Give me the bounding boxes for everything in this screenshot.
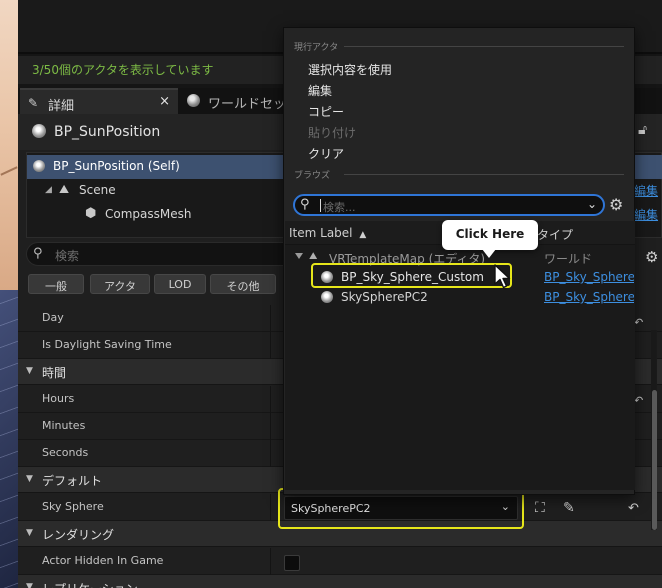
callout-tail bbox=[482, 249, 496, 258]
filter-general-button[interactable]: 一般 bbox=[28, 274, 84, 294]
details-search-input[interactable]: ⚲ 検索 bbox=[26, 242, 296, 266]
pencil-icon: ✎ bbox=[28, 96, 39, 110]
globe-icon bbox=[187, 94, 200, 107]
scene-component-icon: ⛰︎ bbox=[59, 182, 70, 196]
actor-name: BP_SunPosition bbox=[54, 124, 161, 140]
browse-to-asset-icon[interactable]: ⛶ bbox=[535, 500, 545, 516]
column-divider bbox=[270, 332, 271, 359]
filter-lod-button[interactable]: LOD bbox=[154, 274, 206, 294]
component-label: Scene bbox=[79, 183, 116, 197]
menu-edit[interactable]: 編集 bbox=[308, 82, 332, 99]
section-header-browse: ブラウズ bbox=[294, 171, 331, 181]
column-item-label[interactable]: Item Label ▲ bbox=[289, 226, 366, 240]
property-row-actor-hidden[interactable]: Actor Hidden In Game bbox=[18, 548, 662, 575]
mouse-cursor-icon bbox=[494, 264, 511, 289]
list-item-type: ワールド bbox=[544, 252, 593, 266]
list-item-skyspherepc2[interactable]: SkySpherePC2 BP_Sky_Sphere bbox=[285, 287, 635, 307]
world-icon: ⛰︎ bbox=[309, 251, 318, 262]
list-item-highlight bbox=[311, 263, 512, 288]
property-label: Day bbox=[42, 311, 64, 324]
edit-link[interactable]: 編集 bbox=[634, 206, 658, 223]
section-divider bbox=[344, 174, 624, 175]
caret-down-icon: ▼ bbox=[26, 366, 33, 376]
search-icon: ⚲ bbox=[33, 246, 43, 261]
sky-sphere-value: SkySpherePC2 bbox=[291, 502, 371, 515]
sky-sphere-picker-menu: 現行アクタ 選択内容を使用 編集 コピー 貼り付け クリア ブラウズ ⚲ 検索.… bbox=[283, 27, 635, 495]
property-label: Minutes bbox=[42, 419, 86, 432]
chevron-down-icon[interactable]: ⌄ bbox=[587, 197, 597, 211]
asset-search-input[interactable]: ⚲ 検索... ⌄ bbox=[293, 194, 605, 216]
reset-arrow-icon[interactable]: ↶ bbox=[634, 316, 643, 329]
eyedropper-icon[interactable]: ✎ bbox=[563, 500, 575, 516]
search-placeholder: 検索 bbox=[55, 249, 80, 263]
viewport-sky bbox=[0, 0, 18, 290]
caret-down-icon: ▼ bbox=[26, 582, 33, 588]
lock-icon[interactable]: 🔓︎ bbox=[638, 122, 647, 138]
caret-down-icon: ▼ bbox=[26, 474, 33, 484]
column-type[interactable]: タイプ bbox=[537, 226, 573, 243]
list-item-type-link[interactable]: BP_Sky_Sphere bbox=[544, 290, 634, 304]
reset-arrow-icon[interactable]: ↶ bbox=[628, 501, 639, 516]
search-icon: ⚲ bbox=[300, 197, 310, 212]
sort-ascending-icon: ▲ bbox=[359, 230, 367, 240]
category-label: デフォルト bbox=[42, 474, 103, 488]
column-divider bbox=[270, 386, 271, 413]
column-divider bbox=[270, 548, 271, 575]
section-header-current: 現行アクタ bbox=[294, 43, 339, 53]
list-item-type-link[interactable]: BP_Sky_Sphere bbox=[544, 270, 634, 284]
menu-clear[interactable]: クリア bbox=[308, 145, 344, 162]
sky-sphere-icon bbox=[33, 160, 45, 172]
details-scrollbar-thumb[interactable] bbox=[652, 390, 657, 530]
column-divider bbox=[270, 494, 271, 521]
level-viewport[interactable] bbox=[0, 0, 18, 588]
category-label: 時間 bbox=[42, 366, 67, 380]
column-divider bbox=[270, 440, 271, 467]
component-label: BP_SunPosition (Self) bbox=[53, 159, 180, 173]
caret-down-icon: ▼ bbox=[26, 528, 33, 538]
column-divider bbox=[270, 305, 271, 332]
category-replication[interactable]: ▼ レプリケーション bbox=[18, 575, 662, 588]
property-label: Sky Sphere bbox=[42, 500, 104, 513]
edit-link[interactable]: 編集 bbox=[634, 182, 658, 199]
gear-icon[interactable]: ⚙ bbox=[609, 195, 623, 214]
column-label: Item Label bbox=[289, 226, 353, 240]
tab-details-label: 詳細 bbox=[48, 99, 75, 114]
property-label: Seconds bbox=[42, 446, 89, 459]
menu-paste: 貼り付け bbox=[308, 126, 357, 140]
caret-down-icon[interactable]: ◢ bbox=[45, 185, 52, 195]
gear-icon[interactable]: ⚙ bbox=[645, 248, 658, 266]
component-label: CompassMesh bbox=[105, 207, 192, 221]
static-mesh-icon: ⬢ bbox=[85, 206, 97, 221]
text-caret bbox=[320, 199, 321, 212]
filter-misc-button[interactable]: その他 bbox=[210, 274, 276, 294]
close-icon[interactable]: × bbox=[159, 94, 170, 109]
actor-hidden-checkbox[interactable] bbox=[284, 555, 300, 571]
menu-copy[interactable]: コピー bbox=[308, 103, 344, 120]
viewport-grid bbox=[0, 290, 18, 588]
category-label: レンダリング bbox=[42, 528, 115, 542]
callout-bubble: Click Here bbox=[442, 220, 538, 250]
category-label: レプリケーション bbox=[42, 580, 138, 588]
property-label: Actor Hidden In Game bbox=[42, 554, 164, 567]
tab-details[interactable]: ✎ 詳細 × bbox=[20, 88, 178, 114]
caret-down-icon[interactable] bbox=[295, 253, 303, 259]
chevron-down-icon: ⌄ bbox=[500, 500, 510, 513]
sky-sphere-icon bbox=[32, 124, 46, 138]
filter-actor-button[interactable]: アクタ bbox=[90, 274, 150, 294]
column-divider bbox=[270, 413, 271, 440]
menu-use-selected[interactable]: 選択内容を使用 bbox=[308, 61, 392, 78]
reset-arrow-icon[interactable]: ↶ bbox=[634, 394, 643, 407]
section-divider bbox=[344, 46, 624, 47]
property-label: Hours bbox=[42, 392, 75, 405]
sky-sphere-icon bbox=[321, 291, 333, 303]
sky-sphere-dropdown[interactable]: SkySpherePC2 ⌄ bbox=[284, 496, 518, 520]
list-item-label: SkySpherePC2 bbox=[341, 290, 428, 304]
asset-search-placeholder: 検索... bbox=[323, 201, 356, 214]
property-label: Is Daylight Saving Time bbox=[42, 338, 172, 351]
